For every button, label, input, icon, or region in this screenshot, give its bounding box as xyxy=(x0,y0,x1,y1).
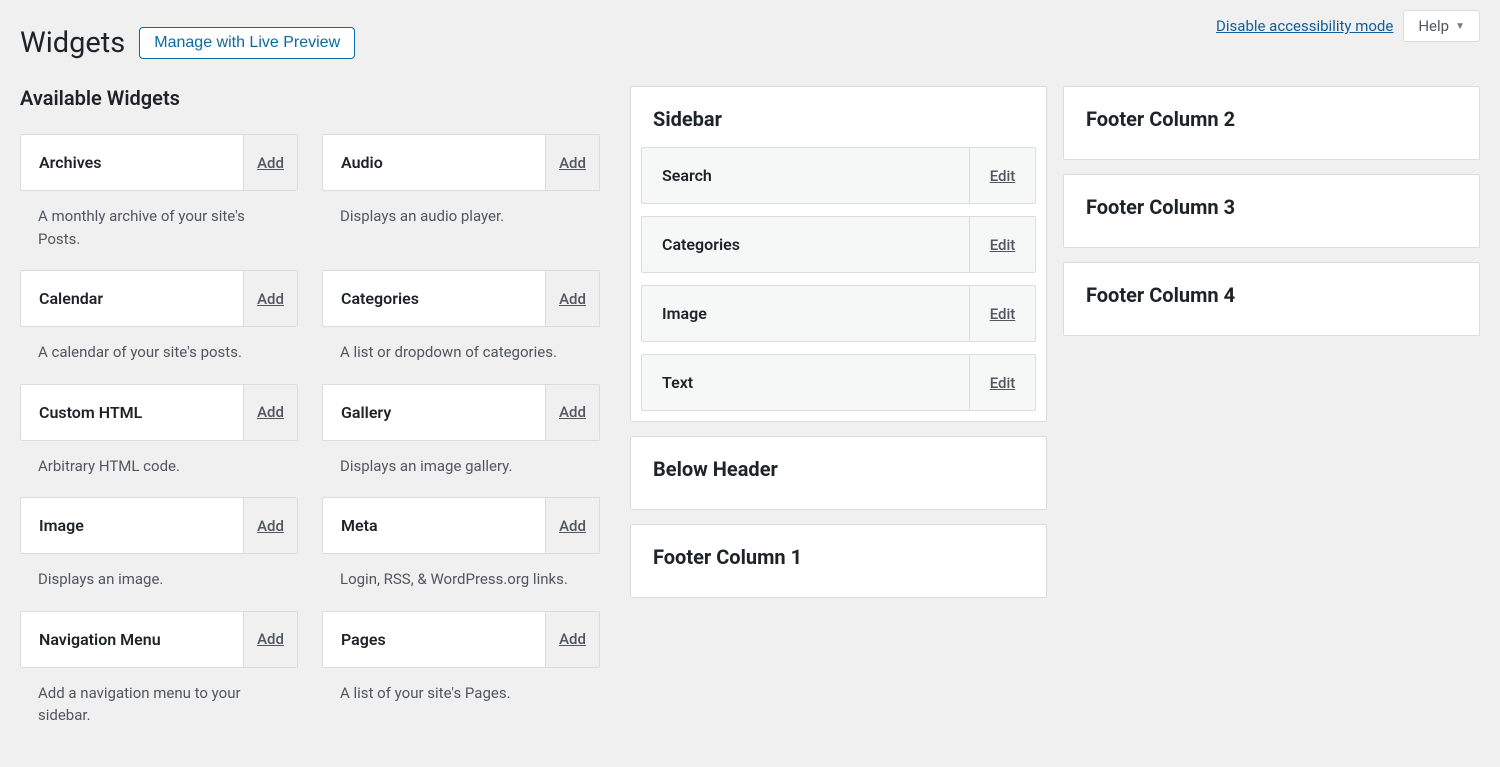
widget-area-title: Footer Column 3 xyxy=(1074,175,1469,219)
available-widget: Navigation MenuAddAdd a navigation menu … xyxy=(20,611,298,741)
widget-description: A calendar of your site's posts. xyxy=(20,327,298,378)
edit-widget-button[interactable]: Edit xyxy=(969,217,1035,272)
page-title: Widgets xyxy=(20,26,125,60)
placed-widget[interactable]: SearchEdit xyxy=(641,147,1036,204)
widget-areas-panel: SidebarSearchEditCategoriesEditImageEdit… xyxy=(630,86,1480,598)
widget-area-title: Footer Column 4 xyxy=(1074,263,1469,307)
placed-widget-name: Text xyxy=(642,355,969,410)
widget-handle[interactable]: ImageAdd xyxy=(20,497,298,554)
widget-handle[interactable]: CategoriesAdd xyxy=(322,270,600,327)
widget-description: Displays an image gallery. xyxy=(322,441,600,492)
widget-area[interactable]: Footer Column 4 xyxy=(1063,262,1480,336)
add-widget-button[interactable]: Add xyxy=(545,498,599,553)
placed-widget[interactable]: ImageEdit xyxy=(641,285,1036,342)
help-tab-toggle[interactable]: Help ▼ xyxy=(1403,10,1480,42)
available-widgets-panel: Available Widgets ArchivesAddA monthly a… xyxy=(20,86,600,747)
widget-name: Navigation Menu xyxy=(21,612,243,667)
add-widget-button[interactable]: Add xyxy=(243,271,297,326)
widget-handle[interactable]: Navigation MenuAdd xyxy=(20,611,298,668)
widget-handle[interactable]: GalleryAdd xyxy=(322,384,600,441)
add-widget-button[interactable]: Add xyxy=(243,135,297,190)
widget-name: Categories xyxy=(323,271,545,326)
widget-description: Login, RSS, & WordPress.org links. xyxy=(322,554,600,605)
add-widget-button[interactable]: Add xyxy=(545,385,599,440)
edit-widget-button[interactable]: Edit xyxy=(969,286,1035,341)
widget-description: A monthly archive of your site's Posts. xyxy=(20,191,298,264)
widget-area-title: Below Header xyxy=(641,437,1036,481)
placed-widget[interactable]: TextEdit xyxy=(641,354,1036,411)
widget-area[interactable]: Footer Column 2 xyxy=(1063,86,1480,160)
widget-area-title: Footer Column 2 xyxy=(1074,87,1469,131)
add-widget-button[interactable]: Add xyxy=(243,498,297,553)
widget-area[interactable]: Footer Column 3 xyxy=(1063,174,1480,248)
placed-widget-name: Search xyxy=(642,148,969,203)
chevron-down-icon: ▼ xyxy=(1455,21,1465,32)
edit-widget-button[interactable]: Edit xyxy=(969,355,1035,410)
widget-area-title: Sidebar xyxy=(641,87,1036,147)
widget-name: Pages xyxy=(323,612,545,667)
add-widget-button[interactable]: Add xyxy=(243,385,297,440)
available-widget: AudioAddDisplays an audio player. xyxy=(322,134,600,264)
widget-handle[interactable]: CalendarAdd xyxy=(20,270,298,327)
widget-handle[interactable]: MetaAdd xyxy=(322,497,600,554)
widget-area[interactable]: SidebarSearchEditCategoriesEditImageEdit… xyxy=(630,86,1047,422)
disable-accessibility-link[interactable]: Disable accessibility mode xyxy=(1216,17,1393,35)
available-widget: Custom HTMLAddArbitrary HTML code. xyxy=(20,384,298,492)
widget-area[interactable]: Footer Column 1 xyxy=(630,524,1047,598)
widget-description: Add a navigation menu to your sidebar. xyxy=(20,668,298,741)
available-widget: ArchivesAddA monthly archive of your sit… xyxy=(20,134,298,264)
widget-name: Gallery xyxy=(323,385,545,440)
available-widget: PagesAddA list of your site's Pages. xyxy=(322,611,600,741)
widget-name: Audio xyxy=(323,135,545,190)
placed-widget[interactable]: CategoriesEdit xyxy=(641,216,1036,273)
widget-area[interactable]: Below Header xyxy=(630,436,1047,510)
manage-live-preview-button[interactable]: Manage with Live Preview xyxy=(139,27,355,59)
widget-name: Meta xyxy=(323,498,545,553)
widget-name: Archives xyxy=(21,135,243,190)
widget-area-list: SearchEditCategoriesEditImageEditTextEdi… xyxy=(641,147,1036,411)
widget-handle[interactable]: ArchivesAdd xyxy=(20,134,298,191)
widget-handle[interactable]: Custom HTMLAdd xyxy=(20,384,298,441)
add-widget-button[interactable]: Add xyxy=(243,612,297,667)
widget-handle[interactable]: PagesAdd xyxy=(322,611,600,668)
widget-handle[interactable]: AudioAdd xyxy=(322,134,600,191)
widget-description: A list or dropdown of categories. xyxy=(322,327,600,378)
placed-widget-name: Image xyxy=(642,286,969,341)
widget-description: A list of your site's Pages. xyxy=(322,668,600,719)
add-widget-button[interactable]: Add xyxy=(545,271,599,326)
widget-description: Displays an audio player. xyxy=(322,191,600,242)
widget-description: Arbitrary HTML code. xyxy=(20,441,298,492)
widget-name: Custom HTML xyxy=(21,385,243,440)
available-widget: CategoriesAddA list or dropdown of categ… xyxy=(322,270,600,378)
widget-description: Displays an image. xyxy=(20,554,298,605)
available-widgets-heading: Available Widgets xyxy=(20,86,600,110)
help-tab-label: Help xyxy=(1418,17,1449,35)
available-widget: ImageAddDisplays an image. xyxy=(20,497,298,605)
add-widget-button[interactable]: Add xyxy=(545,135,599,190)
available-widget: MetaAddLogin, RSS, & WordPress.org links… xyxy=(322,497,600,605)
widget-area-title: Footer Column 1 xyxy=(641,525,1036,569)
available-widget: CalendarAddA calendar of your site's pos… xyxy=(20,270,298,378)
placed-widget-name: Categories xyxy=(642,217,969,272)
edit-widget-button[interactable]: Edit xyxy=(969,148,1035,203)
available-widget: GalleryAddDisplays an image gallery. xyxy=(322,384,600,492)
widget-name: Calendar xyxy=(21,271,243,326)
add-widget-button[interactable]: Add xyxy=(545,612,599,667)
widget-name: Image xyxy=(21,498,243,553)
